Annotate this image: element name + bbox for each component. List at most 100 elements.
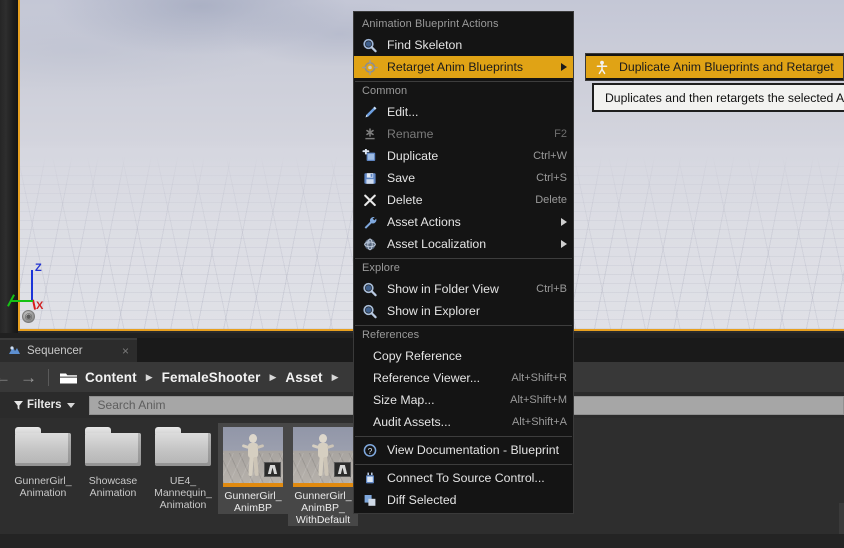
- menu-item-view-documentation[interactable]: ? View Documentation - Blueprint: [354, 439, 573, 461]
- menu-item-rename: Rename F2: [354, 123, 573, 145]
- menu-item-label: Diff Selected: [387, 493, 457, 507]
- menu-item-shortcut: Ctrl+B: [536, 283, 567, 295]
- retarget-skeleton-icon: [594, 60, 612, 75]
- folder-icon: [60, 371, 77, 384]
- menu-item-shortcut: Alt+Shift+M: [510, 394, 567, 406]
- chevron-right-icon: ▶: [331, 371, 339, 382]
- animbp-thumbnail: [223, 427, 283, 487]
- menu-item-duplicate[interactable]: Duplicate Ctrl+W: [354, 145, 573, 167]
- diff-icon: [362, 493, 380, 508]
- menu-item-label: Duplicate: [387, 149, 439, 163]
- axis-y-line: [10, 300, 33, 302]
- menu-item-label: Reference Viewer...: [373, 371, 481, 385]
- panel-status-strip: [0, 534, 844, 548]
- menu-item-reference-viewer[interactable]: Reference Viewer... Alt+Shift+R: [354, 367, 573, 389]
- rename-icon: [362, 127, 380, 142]
- asset-label: GunnerGirl_ AnimBP: [224, 490, 282, 514]
- menu-item-label: Audit Assets...: [373, 415, 451, 429]
- asset-tile-ue4-mannequin-animation[interactable]: UE4_ Mannequin_ Animation: [148, 423, 218, 511]
- axis-z-line: [31, 270, 33, 302]
- menu-item-save[interactable]: Save Ctrl+S: [354, 167, 573, 189]
- section-header-explore: Explore: [362, 262, 400, 274]
- menu-item-copy-reference[interactable]: Copy Reference: [354, 345, 573, 367]
- menu-item-shortcut: Ctrl+S: [536, 172, 567, 184]
- folder-thumbnail: [85, 427, 141, 467]
- menu-item-show-in-explorer[interactable]: Show in Explorer: [354, 300, 573, 322]
- menu-item-label: Asset Actions: [387, 215, 461, 229]
- menu-item-size-map[interactable]: Size Map... Alt+Shift+M: [354, 389, 573, 411]
- asset-context-menu[interactable]: Animation Blueprint Actions Find Skeleto…: [353, 11, 574, 514]
- tooltip-text: Duplicates and then retargets the select…: [605, 90, 844, 105]
- section-header-common: Common: [362, 85, 408, 97]
- unreal-editor-window: Z X ◉ Sequencer × ← → Content ▶ FemaleSh…: [0, 0, 844, 548]
- asset-label: UE4_ Mannequin_ Animation: [154, 475, 212, 511]
- menu-item-label: Find Skeleton: [387, 38, 463, 52]
- menu-item-show-in-folder-view[interactable]: Show in Folder View Ctrl+B: [354, 278, 573, 300]
- breadcrumb-item-content[interactable]: Content: [85, 370, 137, 385]
- tab-sequencer[interactable]: Sequencer ×: [0, 338, 137, 362]
- magnifier-icon: [362, 304, 380, 319]
- folder-thumbnail: [15, 427, 71, 467]
- delete-x-icon: [362, 193, 380, 208]
- menu-item-label: Asset Localization: [387, 237, 487, 251]
- menu-item-label: Delete: [387, 193, 423, 207]
- menu-item-label: View Documentation - Blueprint: [387, 443, 560, 457]
- menu-item-asset-localization[interactable]: Asset Localization: [354, 233, 573, 255]
- menu-item-shortcut: Ctrl+W: [533, 150, 567, 162]
- menu-item-asset-actions[interactable]: Asset Actions: [354, 211, 573, 233]
- menu-item-duplicate-anim-blueprints-and-retarget[interactable]: Duplicate Anim Blueprints and Retarget: [586, 56, 843, 78]
- filters-button[interactable]: Filters: [14, 399, 75, 411]
- menu-item-shortcut: Alt+Shift+A: [511, 416, 567, 428]
- asset-tile-gunnergirl-animbp[interactable]: GunnerGirl_ AnimBP: [218, 423, 288, 514]
- menu-item-label: Size Map...: [373, 393, 435, 407]
- submenu-arrow-icon: [561, 240, 567, 248]
- eye-icon[interactable]: ◉: [22, 310, 35, 323]
- menu-item-shortcut: Alt+Shift+R: [511, 372, 567, 384]
- find-skeleton-icon: [362, 38, 380, 53]
- menu-item-label: Show in Folder View: [387, 282, 499, 296]
- menu-item-label: Connect To Source Control...: [387, 471, 545, 485]
- magnifier-icon: [362, 282, 380, 297]
- asset-label: GunnerGirl_ AnimBP_ WithDefault: [294, 490, 352, 526]
- retarget-icon: [362, 59, 380, 75]
- menu-item-audit-assets[interactable]: Audit Assets... Alt+Shift+A: [354, 411, 573, 433]
- breadcrumb-item-femaleshooter[interactable]: FemaleShooter: [162, 370, 261, 385]
- menu-item-diff-selected[interactable]: Diff Selected: [354, 489, 573, 511]
- close-icon[interactable]: ×: [122, 345, 129, 357]
- tab-label: Sequencer: [27, 345, 83, 357]
- menu-item-label: Save: [387, 171, 416, 185]
- menu-item-delete[interactable]: Delete Delete: [354, 189, 573, 211]
- duplicate-icon: [362, 148, 380, 164]
- menu-item-shortcut: Delete: [535, 194, 567, 206]
- folder-thumbnail: [155, 427, 211, 467]
- edit-pencil-icon: [362, 105, 380, 120]
- section-header-references: References: [362, 329, 420, 341]
- menu-item-retarget-anim-blueprints[interactable]: Retarget Anim Blueprints: [354, 56, 573, 78]
- menu-item-connect-to-source-control[interactable]: Connect To Source Control...: [354, 467, 573, 489]
- nav-arrows: ← →: [0, 369, 37, 386]
- forward-arrow-icon[interactable]: →: [20, 369, 37, 386]
- menu-item-label: Show in Explorer: [387, 304, 480, 318]
- breadcrumb-item-asset[interactable]: Asset: [285, 370, 322, 385]
- chevron-down-icon: [66, 402, 75, 408]
- menu-item-find-skeleton[interactable]: Find Skeleton: [354, 34, 573, 56]
- animation-badge-icon: [334, 462, 351, 477]
- submenu-arrow-icon: [561, 218, 567, 226]
- source-control-icon: [362, 471, 380, 486]
- back-arrow-icon[interactable]: ←: [0, 369, 11, 386]
- asset-label: GunnerGirl_ Animation: [14, 475, 72, 499]
- menu-item-edit[interactable]: Edit...: [354, 101, 573, 123]
- menu-item-label: Retarget Anim Blueprints: [387, 60, 524, 74]
- asset-tile-showcase-animation[interactable]: Showcase Animation: [78, 423, 148, 499]
- filters-label: Filters: [27, 399, 62, 411]
- save-disk-icon: [362, 171, 380, 186]
- asset-tile-gunnergirl-animbp-withdefault[interactable]: GunnerGirl_ AnimBP_ WithDefault: [288, 423, 358, 526]
- asset-tile-gunnergirl-animation[interactable]: GunnerGirl_ Animation: [8, 423, 78, 499]
- submenu-arrow-icon: [561, 63, 567, 71]
- globe-icon: [362, 237, 380, 252]
- retarget-submenu[interactable]: Duplicate Anim Blueprints and Retarget: [585, 53, 844, 81]
- sequencer-icon: [8, 345, 21, 358]
- funnel-icon: [14, 400, 23, 410]
- section-header-animation-blueprint-actions: Animation Blueprint Actions: [362, 18, 499, 30]
- chevron-right-icon: ▶: [145, 371, 153, 382]
